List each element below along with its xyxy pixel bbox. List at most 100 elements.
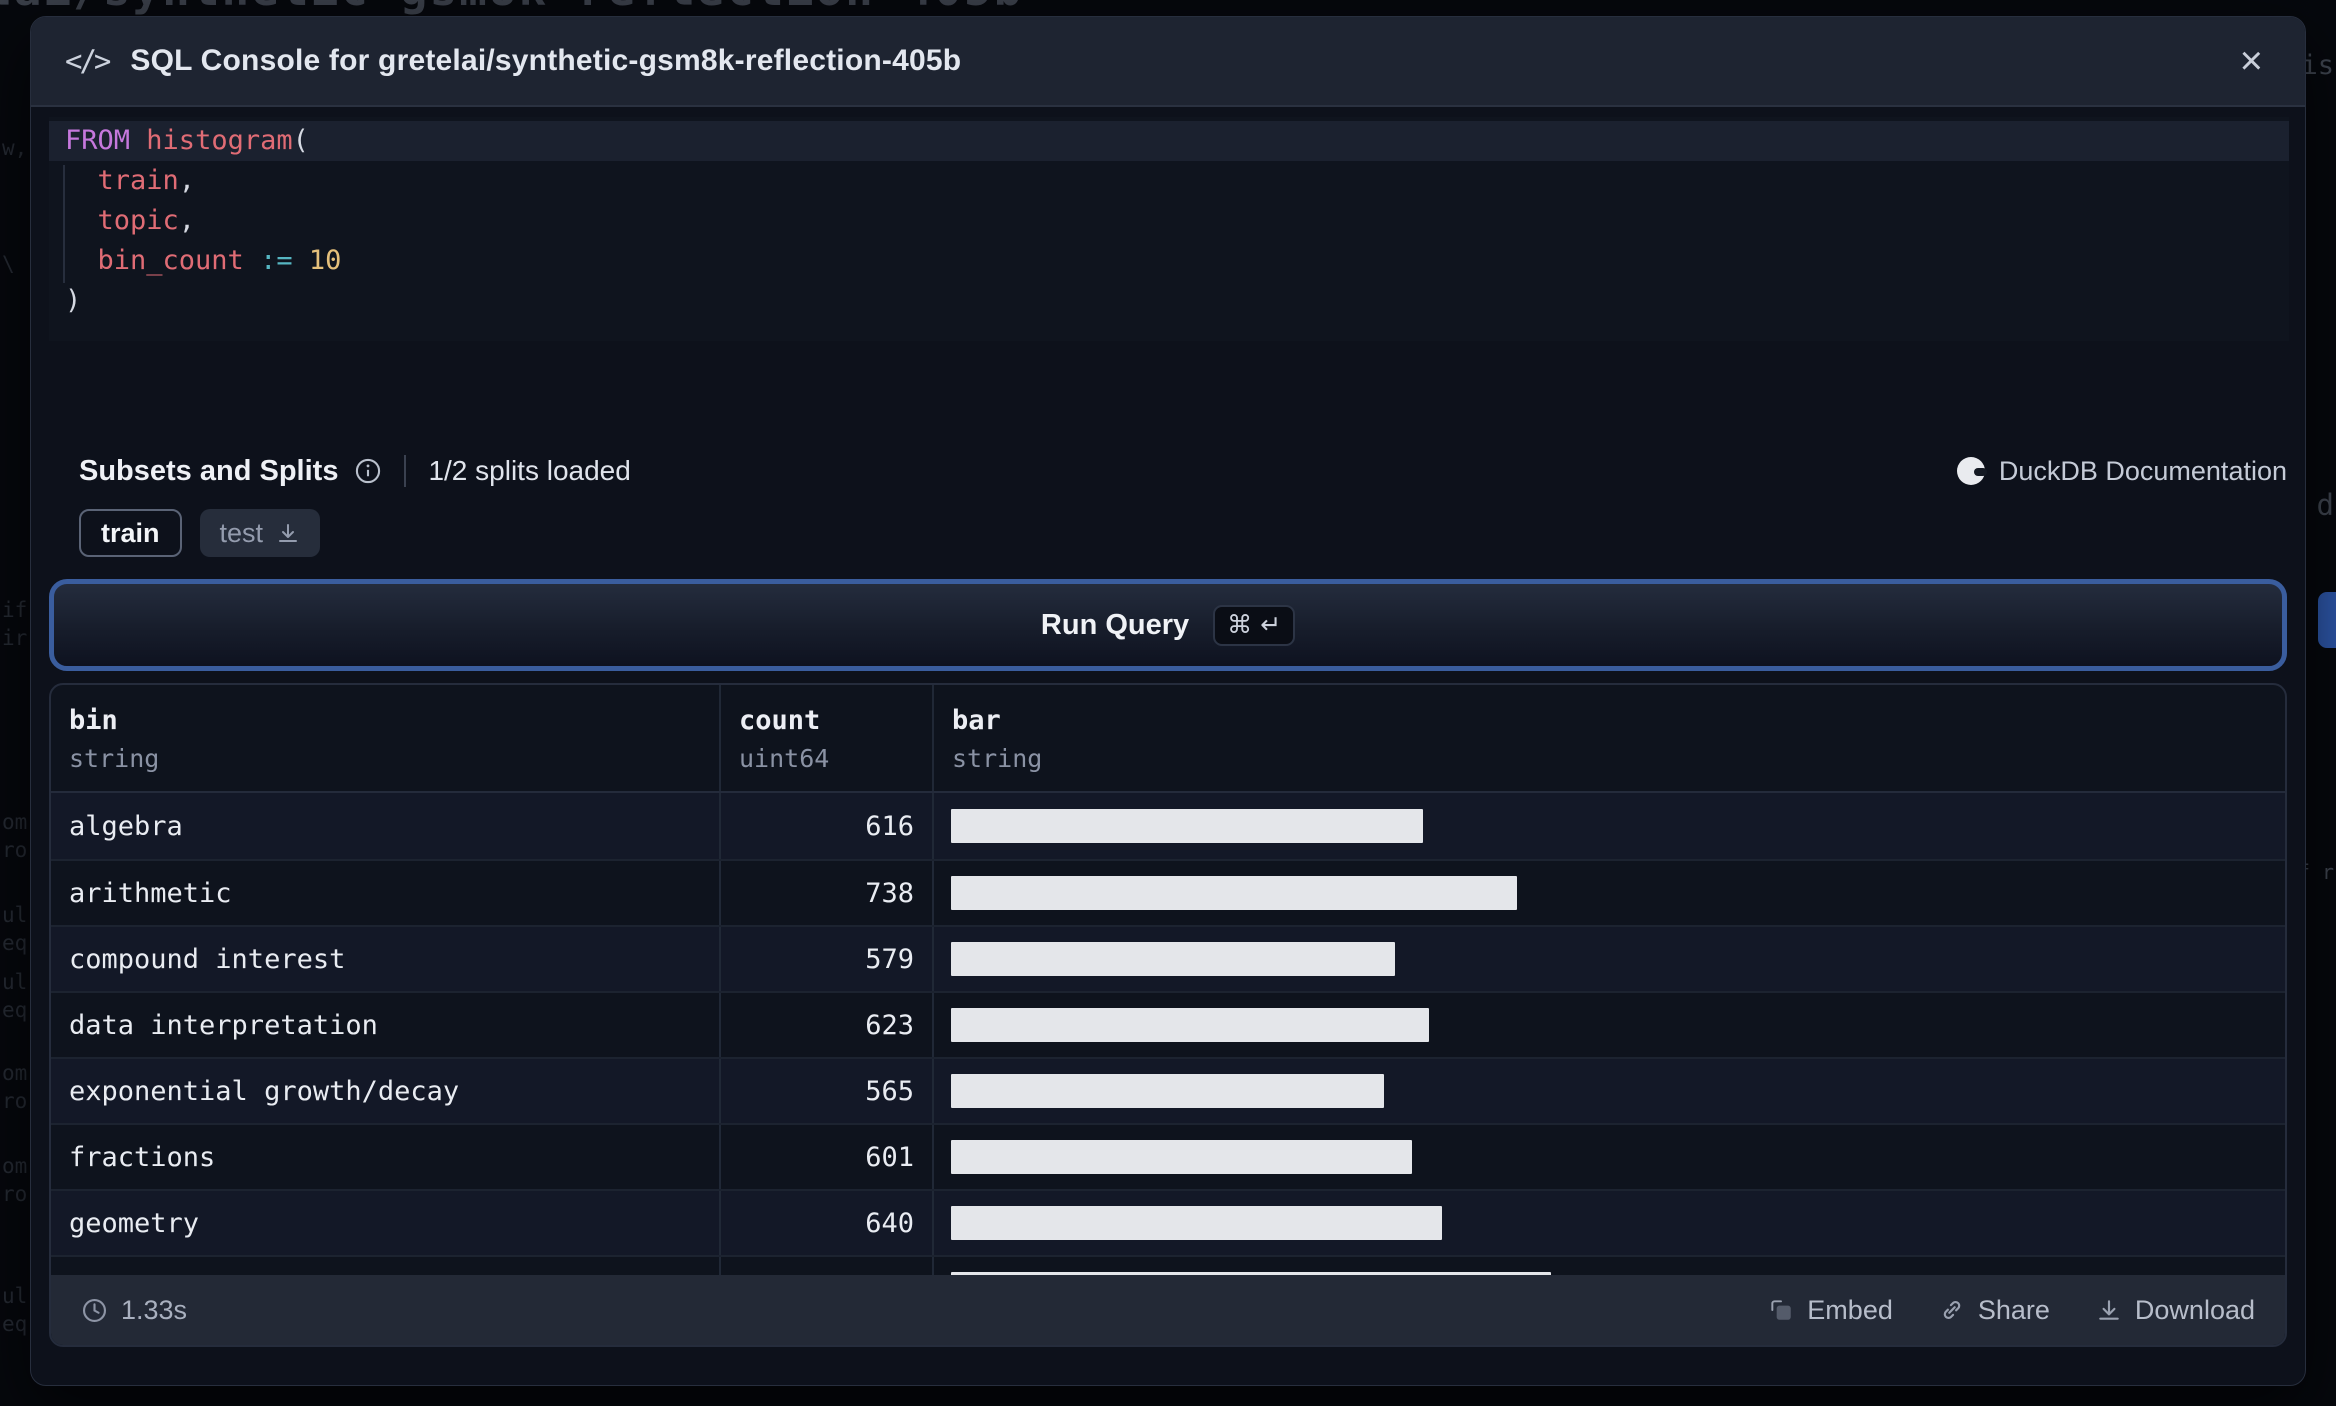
table-row: exponential growth/decay 565 (51, 1057, 2285, 1123)
results-footer: 1.33s Embed Share Download (51, 1275, 2285, 1345)
keyboard-shortcut-badge: ⌘ ↵ (1213, 604, 1296, 646)
split-train-label: train (101, 517, 160, 548)
download-button[interactable]: Download (2096, 1295, 2255, 1326)
duckdb-logo-icon (1956, 457, 1987, 485)
code-token: FROM (65, 125, 131, 156)
background-text-fragment: eq (2, 931, 28, 955)
footer-actions: Embed Share Download (1768, 1295, 2255, 1326)
indent-guide (63, 165, 65, 283)
cell-count: 565 (721, 1059, 934, 1123)
background-text-fragment: om (2, 810, 28, 834)
table-row: geometry 640 (51, 1189, 2285, 1255)
sql-editor[interactable]: FROM histogram( train, topic, bin_count … (49, 117, 2289, 341)
cell-count: 623 (721, 993, 934, 1057)
histogram-bar (951, 876, 1517, 910)
code-token: , (178, 165, 196, 196)
background-text-fragment: eq (2, 1312, 28, 1336)
column-header-count[interactable]: count uint64 (721, 685, 934, 791)
table-row: arithmetic 738 (51, 859, 2285, 925)
column-header-bar[interactable]: bar string (934, 685, 2285, 791)
modal-title: SQL Console for gretelai/synthetic-gsm8k… (130, 44, 962, 77)
elapsed-value: 1.33s (121, 1294, 188, 1325)
histogram-bar (951, 1074, 1384, 1108)
code-token: bin_count (97, 245, 244, 276)
code-token: ) (65, 285, 82, 316)
duckdb-documentation-link[interactable]: DuckDB Documentation (1956, 455, 2287, 487)
background-text-fragment: om (2, 1154, 28, 1178)
duckdb-documentation-label: DuckDB Documentation (1998, 455, 2287, 486)
sql-console-modal: </> SQL Console for gretelai/synthetic-g… (30, 16, 2306, 1386)
cell-bin: algebra (51, 793, 721, 859)
background-text-fragment: if (2, 598, 28, 622)
table-body: algebra 616 arithmetic 738 compound interest… (51, 793, 2285, 1321)
column-type: uint64 (739, 744, 830, 773)
background-text-fragment: ir (2, 626, 28, 650)
histogram-bar (951, 1140, 1412, 1174)
background-page-title-clipped: lai/synthetic-gsm8k-reflection-405b (0, 0, 2336, 15)
run-query-button[interactable]: Run Query ⌘ ↵ (49, 579, 2287, 671)
column-name: count (739, 705, 821, 736)
code-token: histogram (146, 125, 293, 156)
results-table: bin string count uint64 bar string algeb… (49, 683, 2287, 1347)
code-line: topic, (49, 201, 2289, 241)
background-text-fragment: \ (2, 252, 15, 276)
cell-bar (934, 993, 2285, 1057)
code-token: ( (292, 125, 309, 156)
cell-count: 601 (721, 1125, 934, 1189)
cell-bin: arithmetic (51, 861, 721, 925)
cell-count: 616 (721, 793, 934, 859)
code-line: FROM histogram( (49, 121, 2289, 161)
cell-count: 579 (721, 927, 934, 991)
column-type: string (69, 744, 160, 773)
background-text-fragment: ul (2, 903, 28, 927)
histogram-bar (951, 809, 1423, 843)
cell-count: 640 (721, 1191, 934, 1255)
table-row: compound interest 579 (51, 925, 2285, 991)
share-label: Share (1977, 1294, 2050, 1325)
table-row: data interpretation 623 (51, 991, 2285, 1057)
subsets-and-splits-row: Subsets and Splits 1/2 splits loaded Duc… (49, 447, 2287, 495)
background-text-fragment: ul (2, 1284, 28, 1308)
download-icon (279, 524, 298, 542)
table-row: algebra 616 (51, 793, 2285, 859)
share-button[interactable]: Share (1939, 1295, 2050, 1326)
share-link-icon (1943, 1300, 1961, 1320)
background-text-fragment: d (2316, 488, 2334, 522)
cell-bar (934, 1125, 2285, 1189)
query-elapsed-time: 1.33s (81, 1295, 187, 1326)
background-text-fragment: eq (2, 998, 28, 1022)
cell-bin: data interpretation (51, 993, 721, 1057)
background-text-fragment: ul (2, 970, 28, 994)
split-selector: train test (79, 509, 321, 557)
close-icon[interactable]: × (2240, 41, 2263, 81)
info-icon[interactable] (354, 457, 382, 485)
background-blue-button-sliver (2318, 592, 2336, 648)
cell-bin: compound interest (51, 927, 721, 991)
column-header-bin[interactable]: bin string (51, 685, 721, 791)
embed-button[interactable]: Embed (1768, 1295, 1893, 1326)
background-text-fragment: is (2301, 50, 2334, 81)
cell-bar (934, 1059, 2285, 1123)
embed-label: Embed (1807, 1294, 1893, 1325)
splits-loaded-status: 1/2 splits loaded (428, 455, 631, 486)
code-token: , (178, 205, 196, 236)
run-query-label: Run Query (1040, 608, 1190, 641)
histogram-bar (951, 942, 1395, 976)
table-row: fractions 601 (51, 1123, 2285, 1189)
split-button-train[interactable]: train (79, 509, 182, 557)
cell-bar (934, 793, 2285, 859)
cell-bar (934, 861, 2285, 925)
cell-bin: exponential growth/decay (51, 1059, 721, 1123)
cell-bar (934, 927, 2285, 991)
download-icon (2099, 1300, 2119, 1320)
split-button-test[interactable]: test (199, 509, 321, 557)
cell-bin: fractions (51, 1125, 721, 1189)
subsets-title: Subsets and Splits (79, 454, 339, 487)
table-header: bin string count uint64 bar string (51, 685, 2285, 793)
code-token: topic (97, 205, 179, 236)
